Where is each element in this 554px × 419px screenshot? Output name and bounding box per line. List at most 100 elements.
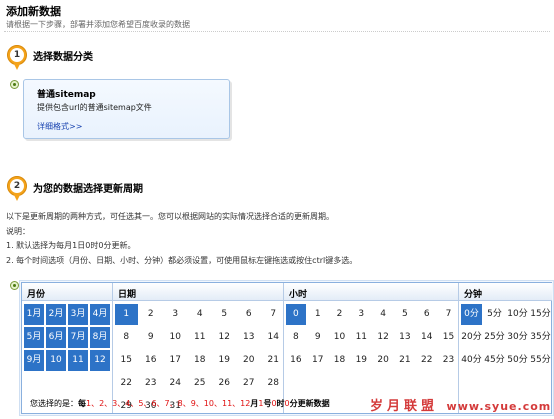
month-cell[interactable]: 6月 <box>46 327 66 348</box>
minute-cell[interactable]: 45分 <box>484 350 505 371</box>
hour-cell[interactable]: 13 <box>395 327 415 348</box>
schedule-radio[interactable] <box>10 281 19 290</box>
day-cell[interactable]: 5 <box>213 304 236 325</box>
site-watermark: 岁月联盟 www.syue.com <box>370 399 552 414</box>
day-cell[interactable]: 10 <box>164 327 187 348</box>
day-cell[interactable]: 15 <box>115 350 138 371</box>
day-cell[interactable]: 1 <box>115 304 138 325</box>
month-cell[interactable]: 5月 <box>24 327 44 348</box>
minute-cell[interactable]: 40分 <box>461 350 482 371</box>
description-line: 以下是更新周期的两种方式，可任选其一。您可以根据网站的实际情况选择合适的更新周期… <box>6 212 334 221</box>
minute-cell[interactable]: 0分 <box>461 304 482 325</box>
month-cell[interactable]: 8月 <box>90 327 110 348</box>
minute-cell[interactable]: 5分 <box>484 304 505 325</box>
minute-cell[interactable]: 50分 <box>507 350 528 371</box>
day-cell[interactable]: 12 <box>213 327 236 348</box>
month-cell[interactable]: 2月 <box>46 304 66 325</box>
day-group: 日期 1 2 3 4 5 6 7 8 9 10 11 12 13 14 15 16 17 18 19 20 21 22 23… <box>112 283 288 413</box>
day-cell[interactable]: 4 <box>189 304 212 325</box>
description-line: 说明： <box>6 227 30 236</box>
hour-cell[interactable]: 10 <box>330 327 350 348</box>
description-line: 2. 每个时间选项（月份、日期、小时、分钟）都必须设置，可使用鼠标左键拖选或按住… <box>6 256 358 265</box>
day-cell[interactable]: 27 <box>238 373 261 394</box>
day-cell[interactable]: 26 <box>213 373 236 394</box>
selection-summary: 您选择的是：每1、2、3、4、5、6、7、8、9、10、11、12月1号0时0分… <box>30 399 330 408</box>
step-1-badge: 1 <box>7 45 27 71</box>
day-cell[interactable]: 3 <box>164 304 187 325</box>
month-cell[interactable]: 1月 <box>24 304 44 325</box>
day-cell[interactable]: 14 <box>262 327 285 348</box>
day-cell[interactable]: 24 <box>164 373 187 394</box>
step-2-title: 为您的数据选择更新周期 <box>33 184 143 195</box>
hour-cell[interactable]: 7 <box>439 304 459 325</box>
minute-cell[interactable]: 10分 <box>507 304 528 325</box>
day-cell[interactable]: 19 <box>213 350 236 371</box>
day-header: 日期 <box>113 283 288 301</box>
minute-cell[interactable]: 20分 <box>461 327 482 348</box>
day-cell[interactable]: 16 <box>140 350 163 371</box>
minute-cell[interactable]: 30分 <box>507 327 528 348</box>
day-cell[interactable]: 28 <box>262 373 285 394</box>
day-cell[interactable]: 22 <box>115 373 138 394</box>
hour-cell[interactable]: 0 <box>286 304 306 325</box>
day-cell[interactable]: 8 <box>115 327 138 348</box>
page-title: 添加新数据 <box>6 5 61 18</box>
hour-cell[interactable]: 17 <box>308 350 328 371</box>
hour-cell[interactable]: 15 <box>439 327 459 348</box>
month-cell[interactable]: 7月 <box>68 327 88 348</box>
day-cell[interactable]: 18 <box>189 350 212 371</box>
day-cell[interactable]: 17 <box>164 350 187 371</box>
hour-cell[interactable]: 9 <box>308 327 328 348</box>
details-link[interactable]: 详细格式>> <box>37 121 82 132</box>
day-cell[interactable]: 11 <box>189 327 212 348</box>
category-radio[interactable] <box>10 80 19 89</box>
hour-cell[interactable]: 20 <box>373 350 393 371</box>
month-cell[interactable]: 11月 <box>68 350 88 386</box>
minute-cell[interactable]: 55分 <box>530 350 551 371</box>
month-cell[interactable]: 12月 <box>90 350 110 386</box>
month-cell[interactable]: 10月 <box>46 350 66 386</box>
minute-cell[interactable]: 35分 <box>530 327 551 348</box>
hour-cell[interactable]: 23 <box>439 350 459 371</box>
step-2-badge: 2 <box>7 176 27 202</box>
hour-header: 小时 <box>284 283 460 301</box>
minute-cell[interactable]: 25分 <box>484 327 505 348</box>
hour-cell[interactable]: 16 <box>286 350 306 371</box>
minute-cell[interactable]: 15分 <box>530 304 551 325</box>
day-cell[interactable]: 20 <box>238 350 261 371</box>
day-cell[interactable]: 21 <box>262 350 285 371</box>
description-line: 1. 默认选择为每月1日0时0分更新。 <box>6 241 136 250</box>
hour-cell[interactable]: 3 <box>351 304 371 325</box>
hour-cell[interactable]: 12 <box>373 327 393 348</box>
step-1-title: 选择数据分类 <box>33 52 93 63</box>
page-subtitle: 请根据一下步骤，部署并添加您希望百度收录的数据 <box>6 20 190 29</box>
hour-cell[interactable]: 1 <box>308 304 328 325</box>
card-title: 普通sitemap <box>37 90 96 100</box>
divider <box>4 31 550 32</box>
hour-cell[interactable]: 5 <box>395 304 415 325</box>
hour-cell[interactable]: 8 <box>286 327 306 348</box>
hour-cell[interactable]: 4 <box>373 304 393 325</box>
hour-cell[interactable]: 2 <box>330 304 350 325</box>
minute-group: 分钟 0分 5分 10分 15分 20分 25分 30分 35分 40分 45分 50分 55分 <box>458 283 552 413</box>
hour-cell[interactable]: 22 <box>417 350 437 371</box>
month-cell[interactable]: 3月 <box>68 304 88 325</box>
month-cell[interactable]: 9月 <box>24 350 44 371</box>
hour-cell[interactable]: 18 <box>330 350 350 371</box>
day-cell[interactable]: 9 <box>140 327 163 348</box>
day-cell[interactable]: 2 <box>140 304 163 325</box>
month-header: 月份 <box>22 283 112 301</box>
hour-cell[interactable]: 19 <box>351 350 371 371</box>
day-cell[interactable]: 6 <box>238 304 261 325</box>
day-cell[interactable]: 7 <box>262 304 285 325</box>
hour-cell[interactable]: 6 <box>417 304 437 325</box>
sitemap-card[interactable]: 普通sitemap 提供包含url的普通sitemap文件 详细格式>> <box>23 79 230 139</box>
hour-cell[interactable]: 11 <box>351 327 371 348</box>
hour-cell[interactable]: 21 <box>395 350 415 371</box>
month-cell[interactable]: 4月 <box>90 304 110 325</box>
hour-cell[interactable]: 14 <box>417 327 437 348</box>
minute-header: 分钟 <box>459 283 552 301</box>
day-cell[interactable]: 13 <box>238 327 261 348</box>
day-cell[interactable]: 23 <box>140 373 163 394</box>
day-cell[interactable]: 25 <box>189 373 212 394</box>
